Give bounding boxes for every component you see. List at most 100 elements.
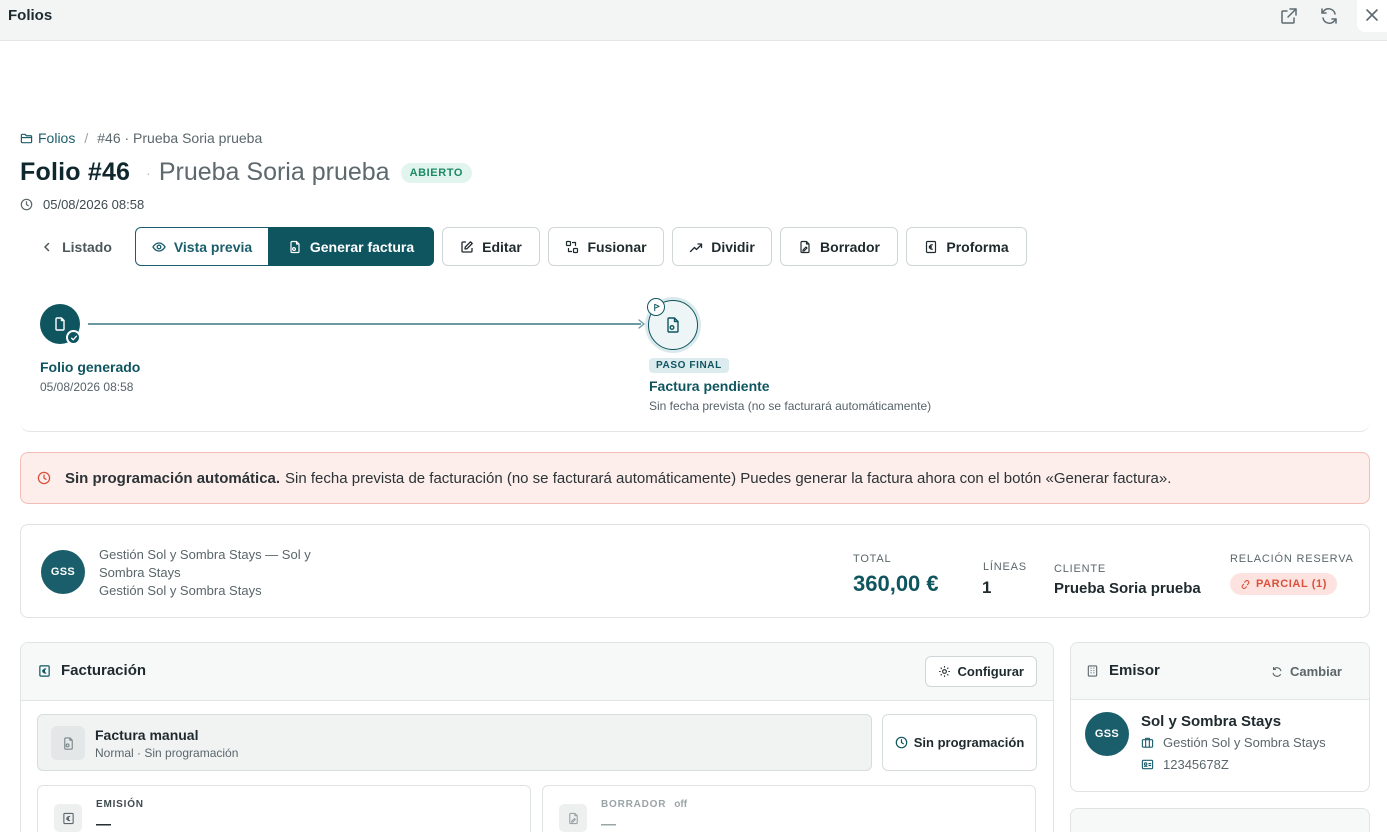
timeline-step2-title: Factura pendiente — [649, 378, 770, 394]
invoice-settings-icon — [667, 317, 679, 333]
window-title: Folios — [8, 7, 53, 24]
draft-label-row: BORRADOR off — [601, 799, 687, 810]
eye-icon — [152, 241, 166, 252]
proforma-label[interactable]: Proforma — [946, 239, 1008, 255]
issuer-title-text: Emisor — [1109, 662, 1160, 679]
breadcrumb-root[interactable]: Folios — [20, 130, 75, 146]
total-value: 360,00 € — [853, 571, 939, 596]
preview-label[interactable]: Vista previa — [174, 239, 252, 255]
booking-relation-badge[interactable]: PARCIAL (1) — [1230, 573, 1337, 595]
issuer-name: Sol y Sombra Stays — [1141, 713, 1282, 730]
manual-invoice-icon — [51, 726, 85, 760]
folio-name: Prueba Soria prueba — [158, 158, 390, 186]
issuer-card-header: Emisor Cambiar — [1071, 643, 1369, 700]
split-button[interactable]: Dividir — [672, 227, 772, 266]
configure-label[interactable]: Configurar — [958, 664, 1024, 679]
refresh-icon[interactable] — [1319, 6, 1339, 26]
total-label: TOTAL — [853, 553, 892, 565]
gear-icon — [938, 666, 950, 677]
back-to-list-button[interactable]: Listado — [30, 227, 122, 266]
folio-timeline: Folio generado 05/08/2026 08:58 PASO FIN… — [20, 284, 1370, 432]
draft-panel-label: BORRADOR — [601, 799, 667, 810]
close-button[interactable] — [1357, 0, 1387, 32]
lines-label: LÍNEAS — [983, 561, 1027, 573]
manual-invoice-subtitle: Normal · Sin programación — [95, 746, 239, 760]
breadcrumb-current: #46 · Prueba Soria prueba — [97, 130, 263, 146]
chevron-left-icon — [44, 242, 50, 251]
alert-text: Sin fecha prevista de facturación (no se… — [285, 469, 1172, 487]
external-link-icon[interactable] — [1279, 6, 1299, 26]
issuer-tax-id: 12345678Z — [1163, 757, 1229, 772]
manual-invoice-title: Factura manual — [95, 727, 199, 743]
change-issuer-button[interactable]: Cambiar — [1271, 664, 1342, 679]
issuer-card: Emisor Cambiar GSS Sol y Sombra Stays Ge… — [1070, 642, 1370, 792]
manual-invoice-option[interactable]: Factura manual Normal · Sin programación — [37, 714, 872, 771]
draft-value: — — [601, 816, 616, 832]
draft-button[interactable]: Borrador — [780, 227, 898, 266]
edit-icon — [461, 240, 474, 253]
emission-panel: EMISIÓN — — [37, 785, 531, 832]
booking-relation-label: RELACIÓN RESERVA — [1230, 553, 1354, 565]
no-schedule-alert: Sin programación automática. Sin fecha p… — [20, 452, 1370, 504]
merge-label[interactable]: Fusionar — [587, 239, 646, 255]
split-icon — [690, 242, 703, 252]
generate-invoice-button[interactable]: Generar factura — [268, 227, 434, 266]
invoice-gear-icon — [290, 240, 300, 253]
draft-label[interactable]: Borrador — [820, 239, 880, 255]
draft-panel: BORRADOR off — — [542, 785, 1036, 832]
arrow-right-icon — [636, 318, 646, 330]
billing-title-text: Facturación — [61, 662, 147, 679]
status-badge: ABIERTO — [400, 162, 473, 183]
window-titlebar: Folios — [0, 0, 1387, 41]
final-step-badge: PASO FINAL — [649, 358, 729, 373]
booking-relation-value[interactable]: PARCIAL (1) — [1256, 578, 1327, 590]
briefcase-icon — [1141, 737, 1154, 748]
id-card-icon — [1141, 759, 1154, 770]
timeline-step1-title: Folio generado — [40, 359, 141, 375]
timeline-connector — [88, 323, 641, 325]
breadcrumb-separator: / — [84, 130, 89, 146]
flag-icon — [647, 298, 665, 316]
split-label[interactable]: Dividir — [711, 239, 755, 255]
euro-document-icon — [926, 240, 937, 253]
folder-icon — [20, 133, 33, 143]
generate-invoice-label[interactable]: Generar factura — [310, 239, 414, 255]
client-value[interactable]: Prueba Soria prueba — [1054, 580, 1201, 597]
emission-label: EMISIÓN — [96, 799, 144, 810]
clock-icon — [895, 736, 908, 749]
preview-button[interactable]: Vista previa — [135, 227, 269, 266]
issuer-company-row: Gestión Sol y Sombra Stays — [1141, 735, 1326, 750]
company-avatar: GSS — [41, 550, 85, 594]
title-separator: · — [146, 164, 151, 181]
page-heading: Folio #46 · Prueba Soria prueba ABIERTO — [20, 158, 473, 187]
breadcrumb-root-label[interactable]: Folios — [38, 130, 75, 146]
building-icon — [1087, 664, 1098, 677]
merge-icon — [566, 240, 579, 253]
edit-button[interactable]: Editar — [442, 227, 540, 266]
breadcrumb: Folios / #46 · Prueba Soria prueba — [20, 129, 262, 147]
billing-card-header: Facturación Configurar — [21, 643, 1053, 701]
edit-label[interactable]: Editar — [482, 239, 522, 255]
change-issuer-label[interactable]: Cambiar — [1290, 664, 1342, 679]
schedule-label[interactable]: Sin programación — [914, 735, 1025, 750]
billing-card: Facturación Configurar Factura manual No… — [20, 642, 1054, 832]
merge-button[interactable]: Fusionar — [548, 227, 664, 266]
timeline-step2-description: Sin fecha prevista (no se facturará auto… — [649, 399, 932, 413]
created-datetime: 05/08/2026 08:58 — [20, 197, 144, 212]
folio-summary-card: GSS Gestión Sol y Sombra Stays — Sol y S… — [20, 524, 1370, 618]
lines-value: 1 — [982, 578, 992, 597]
proforma-button[interactable]: Proforma — [906, 227, 1027, 266]
draft-state: off — [674, 799, 688, 810]
euro-receipt-icon — [39, 664, 50, 677]
back-to-list-label[interactable]: Listado — [62, 239, 112, 255]
close-icon[interactable] — [1362, 5, 1382, 25]
next-card-partial — [1070, 808, 1370, 832]
configure-button[interactable]: Configurar — [924, 656, 1037, 687]
draft-icon — [559, 804, 587, 832]
page-title: Folio #46 — [20, 158, 131, 186]
schedule-button[interactable]: Sin programación — [882, 714, 1037, 771]
issuer-taxid-row: 12345678Z — [1141, 757, 1229, 772]
check-icon — [66, 330, 81, 345]
alert-title: Sin programación automática. — [65, 469, 281, 487]
emission-value: — — [96, 816, 111, 832]
